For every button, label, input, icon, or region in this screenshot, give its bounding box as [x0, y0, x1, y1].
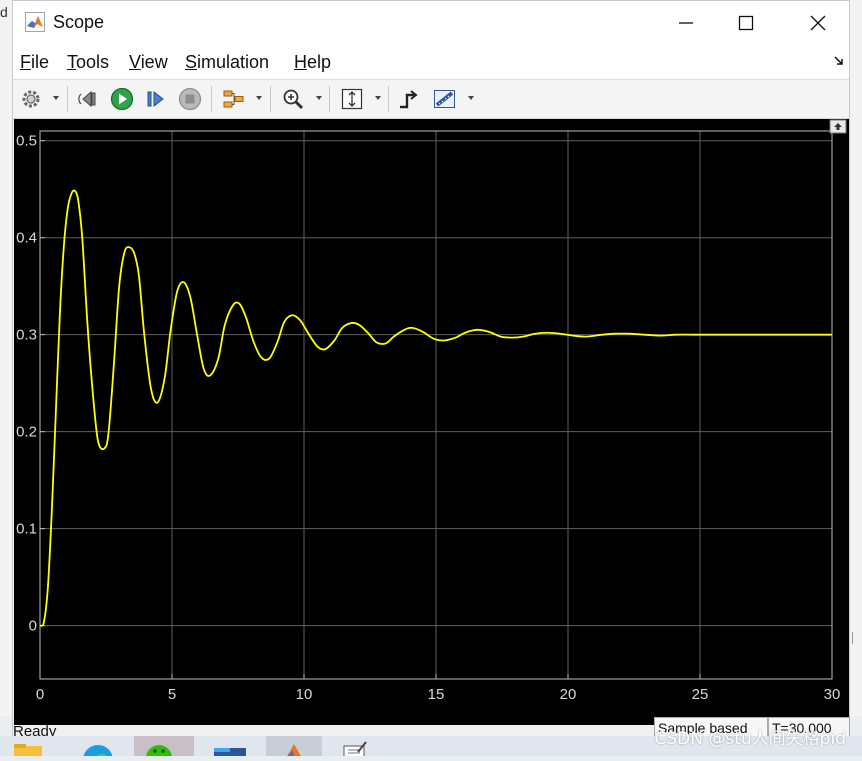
matlab-taskbar-icon [286, 744, 302, 758]
maximize-button[interactable] [723, 1, 769, 45]
title-bar[interactable]: Scope [13, 1, 849, 45]
x-tick-label: 10 [296, 686, 313, 703]
scale-axes-dropdown-arrow[interactable] [375, 96, 381, 100]
y-tick-label: 0.5 [16, 133, 37, 150]
x-tick-label: 15 [428, 686, 445, 703]
menu-bar: File Tools View Simulation Help [13, 45, 849, 80]
plot-area: 0 5 10 15 20 25 30 0 0.1 0.2 0.3 0.4 0.5 [14, 119, 849, 725]
y-tick-label: 0.4 [16, 230, 37, 247]
configuration-properties-button[interactable] [17, 85, 45, 113]
close-button[interactable] [795, 1, 841, 45]
signal-selection-button[interactable] [219, 85, 247, 113]
toolbar-separator [67, 86, 68, 112]
menu-tools[interactable]: Tools [67, 52, 109, 73]
x-tick-label: 0 [36, 686, 44, 703]
y-tick-label: 0.1 [16, 521, 37, 538]
matlab-logo-icon [25, 12, 45, 32]
toolbar-separator [329, 86, 330, 112]
toolbar [13, 80, 849, 119]
step-forward-button[interactable] [142, 85, 170, 113]
signal-selection-icon [223, 90, 244, 108]
close-icon [810, 15, 826, 31]
measurements-dropdown-arrow[interactable] [468, 96, 474, 100]
cursor-measurements-icon [434, 90, 455, 108]
notepad-taskbar-button[interactable] [330, 736, 390, 761]
scope-chart: 0 5 10 15 20 25 30 0 0.1 0.2 0.3 0.4 0.5 [16, 119, 847, 703]
y-tick-label: 0 [29, 618, 37, 635]
window-title: Scope [53, 12, 105, 32]
toolbar-separator [270, 86, 271, 112]
wechat-taskbar-button[interactable] [134, 736, 194, 761]
configuration-dropdown-arrow[interactable] [53, 96, 59, 100]
toolbar-separator [211, 86, 212, 112]
csdn-watermark: CSDN @stu人间失格pid [654, 729, 846, 749]
run-button[interactable] [108, 85, 136, 113]
zoom-in-button[interactable] [279, 85, 307, 113]
run-icon [110, 87, 134, 111]
file-explorer-icon [14, 744, 42, 758]
step-forward-icon [147, 90, 164, 108]
word-taskbar-button[interactable] [202, 736, 262, 760]
stop-icon [178, 87, 202, 111]
undock-plot-button[interactable] [829, 119, 847, 134]
x-tick-label: 30 [824, 686, 841, 703]
menu-view[interactable]: View [129, 52, 168, 73]
triggers-icon [400, 90, 418, 109]
maximize-icon [738, 15, 754, 31]
notepad-icon [343, 741, 367, 761]
zoom-in-icon [283, 89, 304, 110]
signal-selection-dropdown-arrow[interactable] [256, 96, 262, 100]
minimize-button[interactable] [663, 1, 709, 45]
zoom-dropdown-arrow[interactable] [316, 96, 322, 100]
step-back-icon [78, 90, 96, 108]
edge-browser-taskbar-button[interactable] [72, 736, 132, 761]
menu-help[interactable]: Help [294, 52, 331, 73]
toolbar-separator [388, 86, 389, 112]
menu-simulation[interactable]: Simulation [185, 52, 269, 73]
cursor-measurements-button[interactable] [431, 85, 459, 113]
background-window-edge [852, 632, 862, 644]
stop-button[interactable] [176, 85, 204, 113]
menu-file[interactable]: File [20, 52, 49, 73]
scale-axes-icon [341, 88, 363, 110]
step-back-button[interactable] [75, 85, 103, 113]
minimize-icon [679, 22, 693, 24]
scale-axes-button[interactable] [338, 85, 366, 113]
y-tick-label: 0.2 [16, 424, 37, 441]
word-icon [214, 748, 246, 760]
y-tick-label: 0.3 [16, 327, 37, 344]
wechat-icon [146, 745, 172, 761]
scope-window: Scope File Tools View Simulation Help 0 … [12, 0, 850, 745]
x-tick-label: 25 [692, 686, 709, 703]
file-explorer-taskbar-button[interactable] [8, 736, 68, 758]
configuration-properties-icon [22, 90, 40, 108]
x-tick-label: 5 [168, 686, 176, 703]
background-window-right [850, 0, 862, 716]
triggers-button[interactable] [395, 85, 423, 113]
edge-browser-icon [83, 745, 113, 761]
matlab-taskbar-button[interactable] [266, 736, 322, 758]
x-tick-label: 20 [560, 686, 577, 703]
dock-arrow-icon[interactable] [833, 55, 845, 67]
background-window-text: d [0, 4, 8, 20]
